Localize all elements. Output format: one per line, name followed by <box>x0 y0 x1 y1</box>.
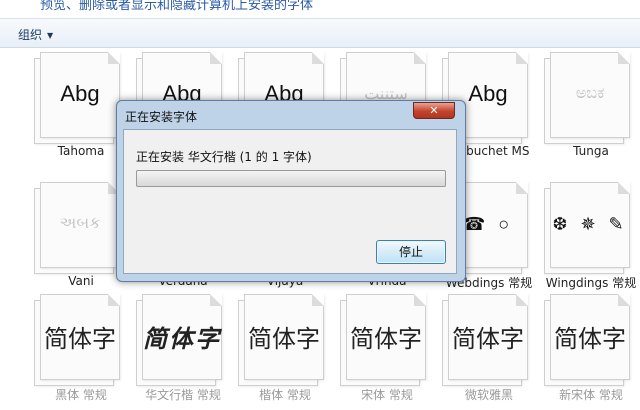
font-name-label: Tunga <box>573 144 609 158</box>
font-name-label: 楷体 常规 <box>259 388 311 402</box>
close-icon: ✕ <box>429 104 439 117</box>
install-status-text: 正在安装 华文行楷 (1 的 1 字体) <box>136 150 312 164</box>
stop-button[interactable]: 停止 <box>376 240 446 264</box>
font-name-label: Wingdings 常规 <box>545 276 637 290</box>
font-name-label: 微软雅黑 <box>464 388 513 402</box>
font-sample: 简体字 <box>554 324 626 353</box>
organize-menu-button[interactable]: 组织 ▼ <box>18 26 53 43</box>
install-font-dialog: 正在安装字体 ✕ 正在安装 华文行楷 (1 的 1 字体) 停止 <box>116 100 466 282</box>
font-name-label: 新宋体 常规 <box>559 388 623 402</box>
font-sample: ಅಬಕ <box>575 85 605 102</box>
font-sample: 简体字 <box>350 324 422 353</box>
header-description-bar: 预览、删除或者显示和隐藏计算机上安装的字体 <box>0 0 640 18</box>
close-button[interactable]: ✕ <box>413 102 455 119</box>
chevron-down-icon: ▼ <box>47 31 54 40</box>
command-bar: 组织 ▼ <box>0 18 640 48</box>
dialog-body: 正在安装 华文行楷 (1 的 1 字体) 停止 <box>123 129 457 274</box>
organize-label: 组织 <box>18 28 43 42</box>
font-name-label: 黑体 常规 <box>55 388 107 402</box>
font-sample: અબક <box>59 215 101 232</box>
font-sample: 简体字 <box>248 324 320 353</box>
font-sample: 简体字 <box>143 323 221 353</box>
font-name-label: 宋体 常规 <box>361 388 413 402</box>
font-sample: Abg <box>60 81 100 106</box>
font-sample: 简体字 <box>44 324 116 353</box>
font-sample: ❆ ✵ ✎ <box>552 213 628 234</box>
header-description: 预览、删除或者显示和隐藏计算机上安装的字体 <box>40 0 314 13</box>
font-sample: 简体字 <box>452 324 524 353</box>
install-progress-bar <box>136 170 446 187</box>
dialog-title: 正在安装字体 <box>125 110 198 124</box>
font-name-label: 华文行楷 常规 <box>145 388 221 402</box>
